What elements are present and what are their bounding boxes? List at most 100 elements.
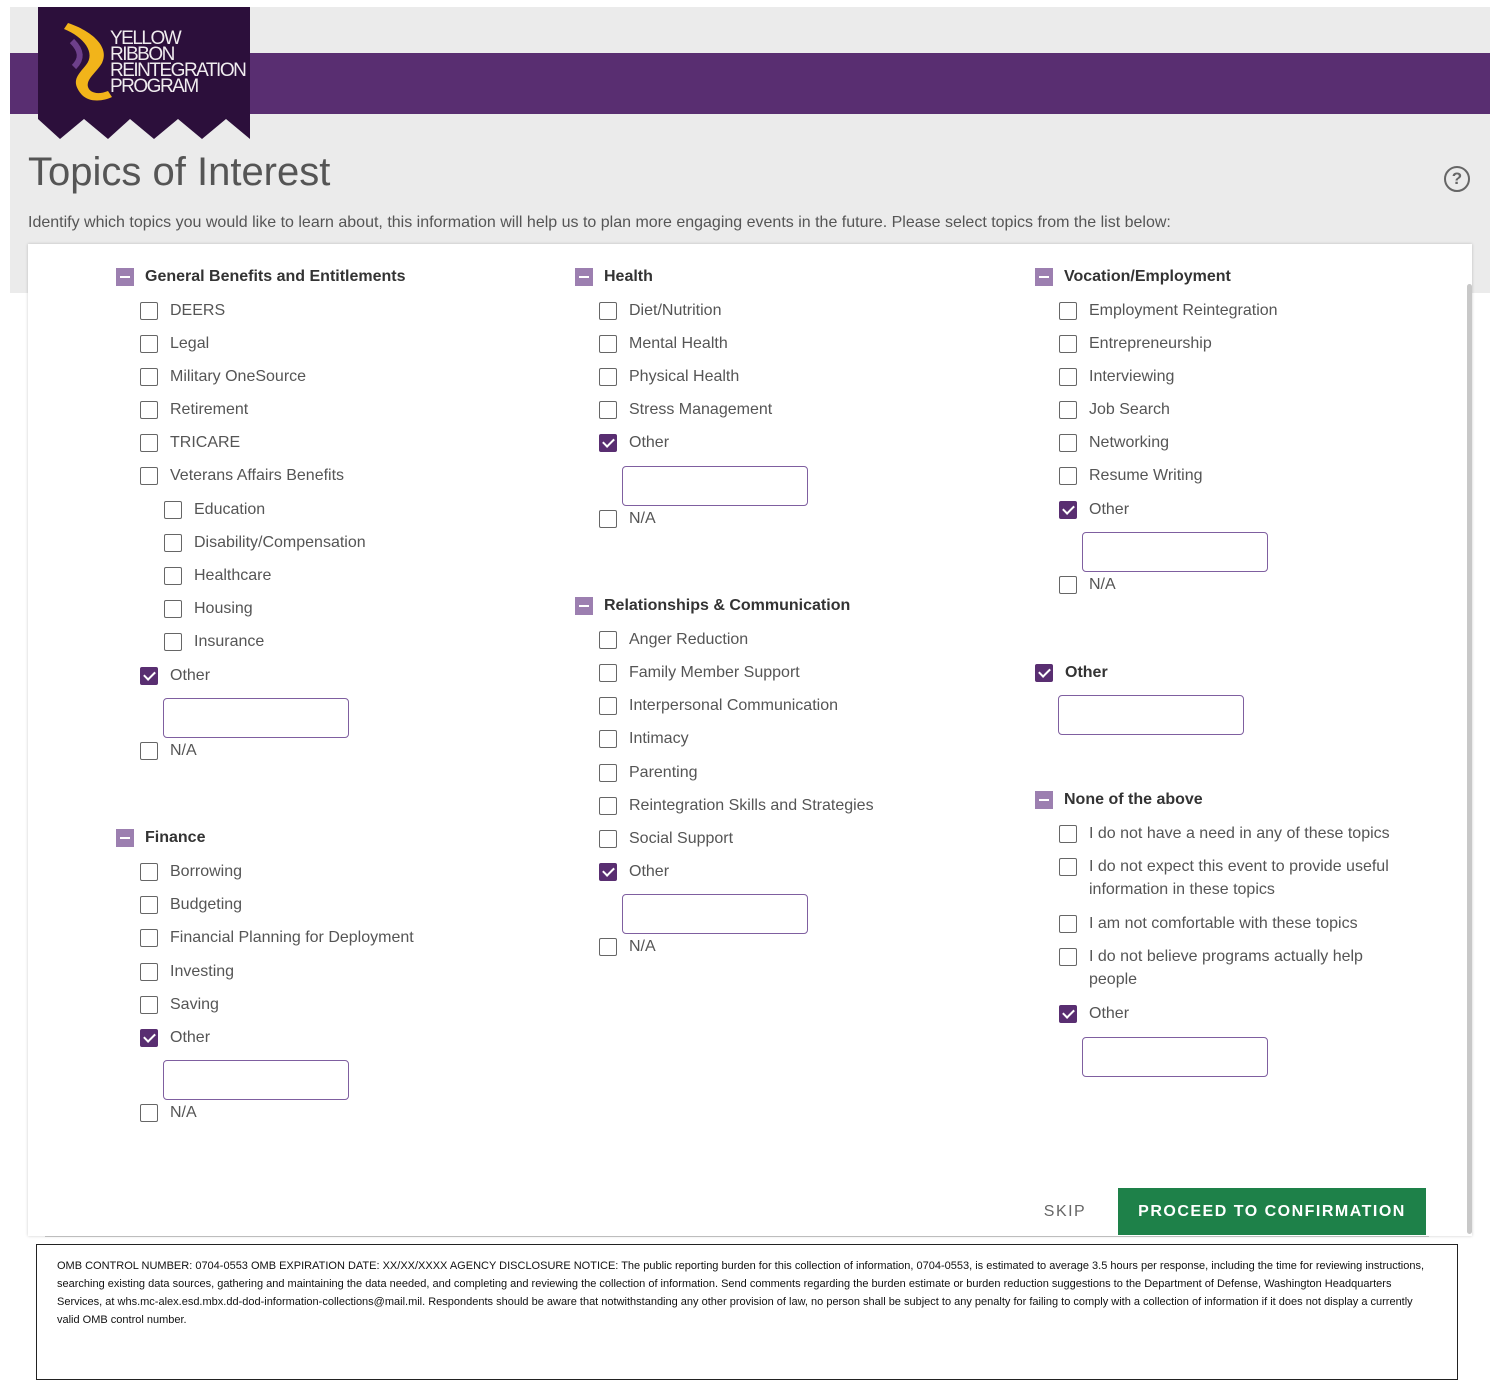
checkbox-box[interactable] (599, 368, 617, 386)
checkbox-tricare[interactable]: TRICARE (140, 431, 240, 454)
checkbox-box[interactable] (140, 742, 158, 760)
checkbox-vocation-other[interactable]: Other (1059, 498, 1129, 521)
checkbox-box[interactable] (599, 302, 617, 320)
checkbox-budgeting[interactable]: Budgeting (140, 893, 242, 916)
checkbox-not-believe-programs[interactable]: I do not believe programs actually help … (1059, 945, 1399, 991)
checkbox-diet-nutrition[interactable]: Diet/Nutrition (599, 299, 721, 322)
checkbox-military-onesource[interactable]: Military OneSource (140, 365, 306, 388)
checkbox-box[interactable] (599, 730, 617, 748)
checkbox-box[interactable] (1059, 368, 1077, 386)
checkbox-general-other[interactable]: Other (140, 664, 210, 687)
checkbox-entrepreneurship[interactable]: Entrepreneurship (1059, 332, 1212, 355)
checkbox-financial-planning[interactable]: Financial Planning for Deployment (140, 926, 414, 949)
checkbox-networking[interactable]: Networking (1059, 431, 1169, 454)
checkbox-box[interactable] (164, 567, 182, 585)
checkbox-none-other[interactable]: Other (1059, 1002, 1129, 1025)
scrollbar[interactable] (1467, 284, 1472, 1234)
checkbox-box[interactable] (164, 600, 182, 618)
checkbox-checked[interactable] (599, 434, 617, 452)
checkbox-relationships-na[interactable]: N/A (599, 935, 656, 958)
checkbox-mental-health[interactable]: Mental Health (599, 332, 728, 355)
checkbox-box[interactable] (599, 664, 617, 682)
checkbox-parenting[interactable]: Parenting (599, 761, 698, 784)
checkbox-box[interactable] (1059, 434, 1077, 452)
checkbox-box[interactable] (140, 1104, 158, 1122)
collapse-icon[interactable] (116, 829, 134, 847)
group-header-health[interactable]: Health (575, 268, 653, 286)
checkbox-healthcare[interactable]: Healthcare (164, 564, 271, 587)
checkbox-saving[interactable]: Saving (140, 993, 219, 1016)
checkbox-box[interactable] (1059, 576, 1077, 594)
checkbox-box[interactable] (140, 863, 158, 881)
group-header-relationships[interactable]: Relationships & Communication (575, 597, 850, 615)
checkbox-box[interactable] (599, 830, 617, 848)
checkbox-box[interactable] (140, 467, 158, 485)
checkbox-box[interactable] (1059, 858, 1077, 876)
checkbox-box[interactable] (140, 302, 158, 320)
checkbox-box[interactable] (1059, 302, 1077, 320)
checkbox-box[interactable] (140, 368, 158, 386)
checkbox-box[interactable] (599, 938, 617, 956)
checkbox-borrowing[interactable]: Borrowing (140, 860, 242, 883)
checkbox-box[interactable] (164, 534, 182, 552)
collapse-icon[interactable] (575, 597, 593, 615)
none-other-input[interactable] (1082, 1037, 1268, 1077)
checkbox-social-support[interactable]: Social Support (599, 827, 733, 850)
checkbox-deers[interactable]: DEERS (140, 299, 225, 322)
group-header-vocation[interactable]: Vocation/Employment (1035, 268, 1231, 286)
checkbox-interviewing[interactable]: Interviewing (1059, 365, 1174, 388)
checkbox-checked[interactable] (599, 863, 617, 881)
checkbox-vocation-na[interactable]: N/A (1059, 573, 1116, 596)
checkbox-resume-writing[interactable]: Resume Writing (1059, 464, 1203, 487)
checkbox-not-expect-useful[interactable]: I do not expect this event to provide us… (1059, 855, 1399, 901)
checkbox-box[interactable] (164, 501, 182, 519)
relationships-other-input[interactable] (622, 894, 808, 934)
group-header-none-of-the-above[interactable]: None of the above (1035, 791, 1203, 809)
collapse-icon[interactable] (116, 268, 134, 286)
checkbox-relationships-other[interactable]: Other (599, 860, 669, 883)
checkbox-top-level-other[interactable]: Other (1035, 661, 1108, 684)
top-level-other-input[interactable] (1058, 695, 1244, 735)
checkbox-physical-health[interactable]: Physical Health (599, 365, 739, 388)
checkbox-box[interactable] (1059, 948, 1077, 966)
skip-button[interactable]: SKIP (1030, 1196, 1100, 1228)
checkbox-insurance[interactable]: Insurance (164, 630, 264, 653)
checkbox-housing[interactable]: Housing (164, 597, 253, 620)
checkbox-finance-other[interactable]: Other (140, 1026, 210, 1049)
checkbox-checked[interactable] (1059, 501, 1077, 519)
checkbox-box[interactable] (599, 631, 617, 649)
checkbox-box[interactable] (1059, 335, 1077, 353)
checkbox-box[interactable] (140, 963, 158, 981)
checkbox-box[interactable] (599, 697, 617, 715)
checkbox-checked[interactable] (1059, 1005, 1077, 1023)
checkbox-employment-reintegration[interactable]: Employment Reintegration (1059, 299, 1278, 322)
health-other-input[interactable] (622, 466, 808, 506)
checkbox-box[interactable] (599, 335, 617, 353)
checkbox-box[interactable] (1059, 825, 1077, 843)
checkbox-veterans-affairs-benefits[interactable]: Veterans Affairs Benefits (140, 464, 344, 487)
checkbox-box[interactable] (1059, 915, 1077, 933)
checkbox-investing[interactable]: Investing (140, 960, 234, 983)
checkbox-legal[interactable]: Legal (140, 332, 209, 355)
checkbox-box[interactable] (599, 797, 617, 815)
group-header-finance[interactable]: Finance (116, 829, 205, 847)
proceed-to-confirmation-button[interactable]: PROCEED TO CONFIRMATION (1118, 1188, 1426, 1235)
checkbox-box[interactable] (140, 929, 158, 947)
checkbox-box[interactable] (140, 996, 158, 1014)
checkbox-family-member-support[interactable]: Family Member Support (599, 661, 800, 684)
checkbox-box[interactable] (1059, 467, 1077, 485)
checkbox-anger-reduction[interactable]: Anger Reduction (599, 628, 748, 651)
checkbox-interpersonal-communication[interactable]: Interpersonal Communication (599, 694, 838, 717)
checkbox-health-na[interactable]: N/A (599, 507, 656, 530)
checkbox-intimacy[interactable]: Intimacy (599, 727, 689, 750)
checkbox-box[interactable] (599, 401, 617, 419)
checkbox-not-comfortable[interactable]: I am not comfortable with these topics (1059, 912, 1399, 935)
checkbox-box[interactable] (1059, 401, 1077, 419)
checkbox-general-na[interactable]: N/A (140, 739, 197, 762)
checkbox-checked[interactable] (140, 1029, 158, 1047)
collapse-icon[interactable] (575, 268, 593, 286)
collapse-icon[interactable] (1035, 791, 1053, 809)
checkbox-checked[interactable] (1035, 664, 1053, 682)
checkbox-health-other[interactable]: Other (599, 431, 669, 454)
checkbox-box[interactable] (599, 764, 617, 782)
